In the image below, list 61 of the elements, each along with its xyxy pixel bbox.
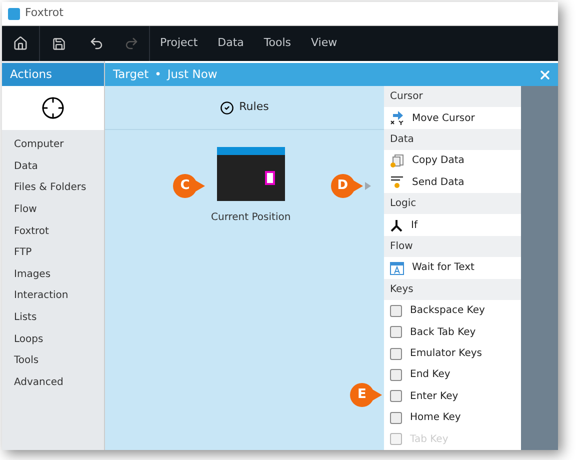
app-logo-icon	[8, 8, 20, 20]
copy-icon	[390, 154, 404, 168]
text-window-icon	[390, 260, 404, 275]
rules-tab[interactable]: Rules	[239, 99, 269, 116]
key-icon	[390, 348, 402, 360]
menu-item[interactable]: Project	[160, 35, 198, 52]
key-icon	[390, 390, 402, 402]
close-icon[interactable]	[538, 68, 552, 82]
group-header: Cursor	[384, 86, 521, 108]
category-item[interactable]: Lists	[2, 306, 104, 328]
action-item[interactable]: Home Key	[384, 407, 521, 428]
menu-item[interactable]: View	[311, 35, 338, 52]
category-item[interactable]: Flow	[2, 198, 104, 220]
category-item[interactable]: Loops	[2, 328, 104, 350]
action-item[interactable]: Copy Data	[384, 150, 521, 172]
group-header: Flow	[384, 236, 521, 258]
action-item[interactable]: Back Tab Key	[384, 321, 521, 343]
category-item[interactable]: Tools	[2, 350, 104, 372]
window-title-bar	[216, 147, 285, 155]
save-icon	[52, 36, 66, 50]
group-header: Data	[384, 128, 521, 150]
menu-item[interactable]: Tools	[264, 35, 292, 52]
category-item[interactable]: Computer	[2, 134, 104, 156]
group-header: Keys	[384, 278, 521, 300]
key-icon	[390, 412, 402, 424]
cursor-marker-icon	[264, 171, 275, 185]
undo-icon	[88, 36, 104, 51]
arrow-xy-icon	[390, 111, 404, 126]
separator-dot: •	[154, 66, 162, 83]
category-item[interactable]: FTP	[2, 242, 104, 264]
category-item[interactable]: Interaction	[2, 285, 104, 307]
redo-icon	[124, 36, 139, 51]
window-title: Foxtrot	[25, 5, 64, 22]
branch-icon	[390, 218, 403, 232]
action-item[interactable]: Wait for Text	[384, 257, 521, 279]
crosshair-icon	[41, 96, 65, 120]
node-label: Current Position	[211, 211, 291, 225]
action-item[interactable]: Emulator Keys	[384, 342, 521, 364]
action-item[interactable]: Move Cursor	[384, 107, 521, 129]
timestamp: Just Now	[167, 66, 218, 83]
category-item[interactable]: Images	[2, 264, 104, 286]
panel-title: Target	[112, 66, 149, 83]
action-item[interactable]: If	[384, 214, 521, 236]
category-item[interactable]: Foxtrot	[2, 220, 104, 242]
menu-item[interactable]: Data	[218, 35, 244, 52]
group-header: Logic	[384, 193, 521, 214]
action-item[interactable]: End Key	[384, 364, 521, 386]
category-item[interactable]: Files & Folders	[2, 177, 104, 199]
key-icon	[390, 326, 402, 338]
play-arrow-icon	[364, 182, 371, 190]
key-icon	[390, 368, 402, 381]
action-item[interactable]: Send Data	[384, 172, 521, 194]
home-icon	[13, 36, 28, 51]
category-item[interactable]: Advanced	[2, 372, 104, 394]
category-item[interactable]: Data	[2, 156, 104, 178]
action-item[interactable]: Backspace Key	[384, 300, 521, 322]
panel-header: Actions	[2, 63, 104, 86]
key-icon	[390, 304, 402, 317]
key-icon	[390, 433, 402, 446]
check-icon	[220, 100, 234, 114]
action-item[interactable]: Enter Key	[384, 386, 521, 408]
